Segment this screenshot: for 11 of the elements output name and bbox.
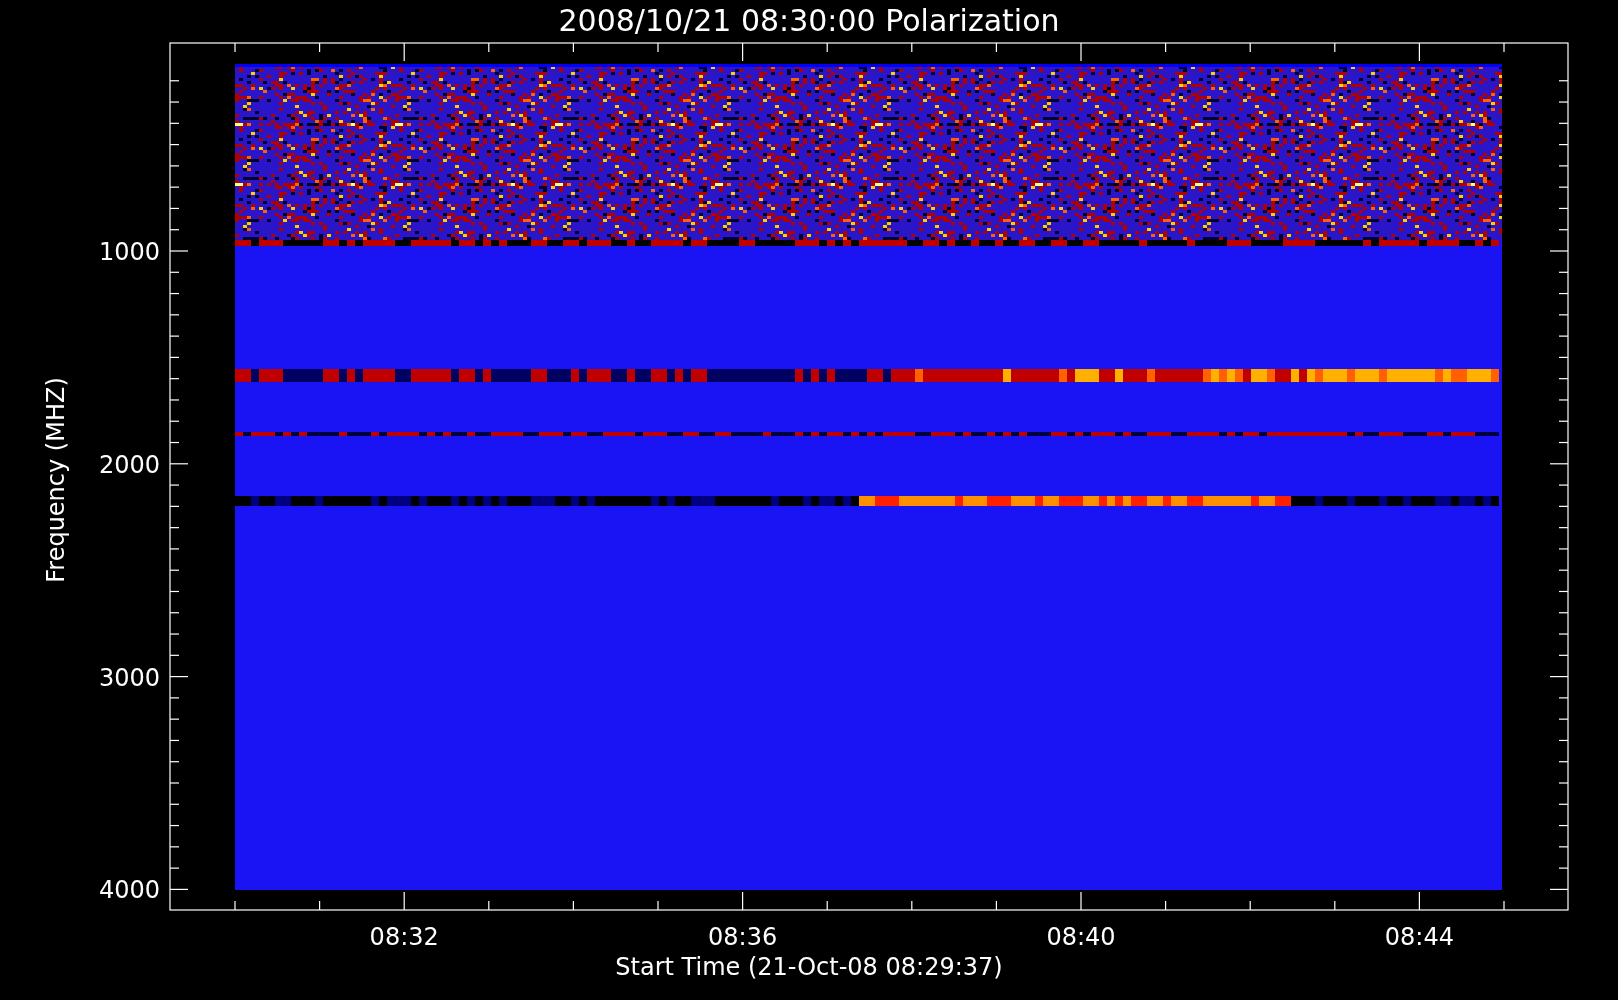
tick-label: 2000: [98, 450, 160, 479]
tick-label: 4000: [98, 876, 160, 905]
axis-label: Frequency (MHZ): [42, 377, 70, 583]
tick-label: 08:36: [708, 923, 778, 951]
tick-label: 08:40: [1046, 923, 1116, 951]
plot-title: 2008/10/21 08:30:00 Polarization: [558, 3, 1060, 38]
tick-label: 08:32: [369, 923, 439, 951]
tick-label: 08:44: [1384, 923, 1454, 951]
axis-label: Start Time (21-Oct-08 08:29:37): [615, 953, 1003, 981]
tick-label: 1000: [98, 238, 160, 266]
tick-label: 3000: [98, 663, 160, 692]
